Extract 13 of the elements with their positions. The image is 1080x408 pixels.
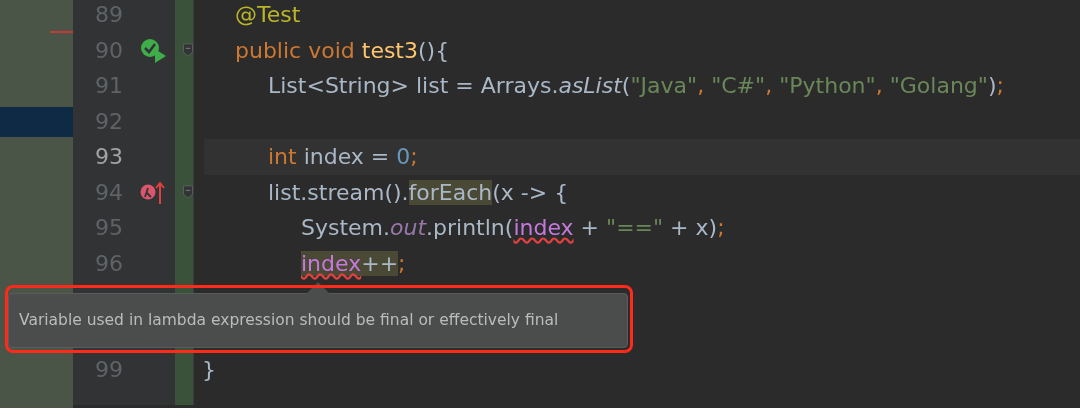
run-test-icon[interactable] xyxy=(139,37,167,64)
line-number: 93 xyxy=(94,143,123,172)
code-line: } xyxy=(202,356,216,385)
error-marker xyxy=(50,31,73,33)
code-line: System.out.println(index + "==" + x); xyxy=(300,214,725,243)
code-line: public void test3(){ xyxy=(234,36,450,65)
code-line: int index = 0; xyxy=(267,143,418,172)
code-line: @Test xyxy=(234,1,301,30)
code-line: List<String> list = Arrays.asList("Java", "C#", "Python", "Golang"); xyxy=(267,72,1004,101)
code-line: index++; xyxy=(300,249,406,278)
lambda-up-arrow-icon[interactable] xyxy=(140,179,166,206)
code-line: list.stream().forEach(x -> { xyxy=(267,178,569,207)
tooltip-text: Variable used in lambda expression should be final or effectively final xyxy=(19,309,559,331)
